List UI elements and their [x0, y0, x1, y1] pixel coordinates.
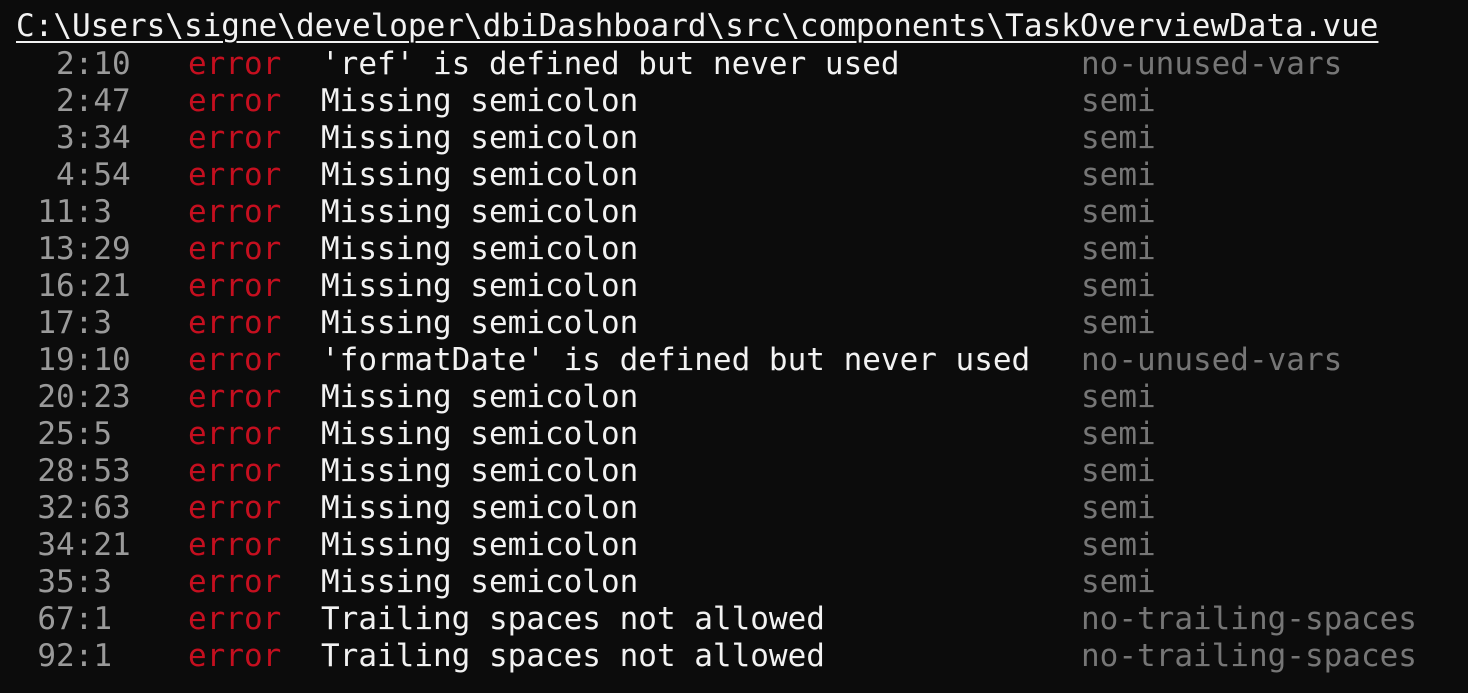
severity-label: error: [188, 231, 282, 267]
lint-result-row: 3:34 error Missing semicolon semi: [0, 120, 1468, 157]
rule-name: no-trailing-spaces: [1081, 638, 1417, 674]
lint-result-row: 2:10 error 'ref' is defined but never used…: [0, 46, 1468, 83]
error-message: Missing semicolon: [321, 157, 639, 193]
severity-label: error: [188, 120, 282, 156]
lint-result-row: 20:23 error Missing semicolon semi: [0, 379, 1468, 416]
severity-label: error: [188, 490, 282, 526]
line-column-location[interactable]: 3:34: [0, 120, 150, 157]
lint-results-list: 2:10 error 'ref' is defined but never used…: [0, 46, 1468, 675]
lint-result-row: 13:29 error Missing semicolon semi: [0, 231, 1468, 268]
error-message: Missing semicolon: [321, 527, 639, 563]
line-column-location[interactable]: 25:5: [0, 416, 150, 453]
file-path-link[interactable]: C:\Users\signe\developer\dbiDashboard\sr…: [16, 8, 1378, 45]
severity-label: error: [188, 416, 282, 452]
error-message: Missing semicolon: [321, 194, 639, 230]
severity-label: error: [188, 157, 282, 193]
rule-name: semi: [1081, 490, 1156, 526]
error-message: Missing semicolon: [321, 305, 639, 341]
severity-label: error: [188, 564, 282, 600]
error-message: Missing semicolon: [321, 83, 639, 119]
severity-label: error: [188, 453, 282, 489]
line-column-location[interactable]: 67:1: [0, 601, 150, 638]
error-message: 'ref' is defined but never used: [321, 46, 900, 82]
error-message: Missing semicolon: [321, 564, 639, 600]
rule-name: no-unused-vars: [1081, 46, 1343, 82]
severity-label: error: [188, 379, 282, 415]
error-message: Missing semicolon: [321, 453, 639, 489]
rule-name: semi: [1081, 453, 1156, 489]
severity-label: error: [188, 268, 282, 304]
line-column-location[interactable]: 17:3: [0, 305, 150, 342]
rule-name: semi: [1081, 268, 1156, 304]
lint-result-row: 17:3 error Missing semicolon semi: [0, 305, 1468, 342]
lint-result-row: 32:63 error Missing semicolon semi: [0, 490, 1468, 527]
lint-result-row: 2:47 error Missing semicolon semi: [0, 83, 1468, 120]
line-column-location[interactable]: 4:54: [0, 157, 150, 194]
severity-label: error: [188, 342, 282, 378]
line-column-location[interactable]: 11:3: [0, 194, 150, 231]
line-column-location[interactable]: 19:10: [0, 342, 150, 379]
severity-label: error: [188, 194, 282, 230]
rule-name: semi: [1081, 416, 1156, 452]
line-column-location[interactable]: 13:29: [0, 231, 150, 268]
rule-name: semi: [1081, 83, 1156, 119]
error-message: Missing semicolon: [321, 490, 639, 526]
error-message: Trailing spaces not allowed: [321, 601, 825, 637]
line-column-location[interactable]: 20:23: [0, 379, 150, 416]
line-column-location[interactable]: 28:53: [0, 453, 150, 490]
lint-result-row: 28:53 error Missing semicolon semi: [0, 453, 1468, 490]
error-message: Missing semicolon: [321, 268, 639, 304]
error-message: Missing semicolon: [321, 231, 639, 267]
severity-label: error: [188, 83, 282, 119]
rule-name: semi: [1081, 120, 1156, 156]
lint-result-row: 4:54 error Missing semicolon semi: [0, 157, 1468, 194]
severity-label: error: [188, 638, 282, 674]
rule-name: no-unused-vars: [1081, 342, 1343, 378]
rule-name: no-trailing-spaces: [1081, 601, 1417, 637]
lint-result-row: 19:10 error 'formatDate' is defined but ne…: [0, 342, 1468, 379]
lint-result-row: 92:1 error Trailing spaces not allowed no-t…: [0, 638, 1468, 675]
line-column-location[interactable]: 2:47: [0, 83, 150, 120]
rule-name: semi: [1081, 231, 1156, 267]
rule-name: semi: [1081, 379, 1156, 415]
lint-result-row: 25:5 error Missing semicolon semi: [0, 416, 1468, 453]
rule-name: semi: [1081, 157, 1156, 193]
line-column-location[interactable]: 35:3: [0, 564, 150, 601]
severity-label: error: [188, 305, 282, 341]
severity-label: error: [188, 601, 282, 637]
error-message: Trailing spaces not allowed: [321, 638, 825, 674]
severity-label: error: [188, 46, 282, 82]
line-column-location[interactable]: 34:21: [0, 527, 150, 564]
line-column-location[interactable]: 92:1: [0, 638, 150, 675]
severity-label: error: [188, 527, 282, 563]
rule-name: semi: [1081, 527, 1156, 563]
rule-name: semi: [1081, 564, 1156, 600]
line-column-location[interactable]: 16:21: [0, 268, 150, 305]
line-column-location[interactable]: 2:10: [0, 46, 150, 83]
error-message: 'formatDate' is defined but never used: [321, 342, 1031, 378]
terminal-window: C:\Users\signe\developer\dbiDashboard\sr…: [0, 0, 1468, 693]
lint-result-row: 16:21 error Missing semicolon semi: [0, 268, 1468, 305]
error-message: Missing semicolon: [321, 416, 639, 452]
lint-result-row: 11:3 error Missing semicolon semi: [0, 194, 1468, 231]
lint-result-row: 67:1 error Trailing spaces not allowed no-t…: [0, 601, 1468, 638]
rule-name: semi: [1081, 305, 1156, 341]
lint-result-row: 34:21 error Missing semicolon semi: [0, 527, 1468, 564]
lint-result-row: 35:3 error Missing semicolon semi: [0, 564, 1468, 601]
line-column-location[interactable]: 32:63: [0, 490, 150, 527]
rule-name: semi: [1081, 194, 1156, 230]
error-message: Missing semicolon: [321, 120, 639, 156]
error-message: Missing semicolon: [321, 379, 639, 415]
